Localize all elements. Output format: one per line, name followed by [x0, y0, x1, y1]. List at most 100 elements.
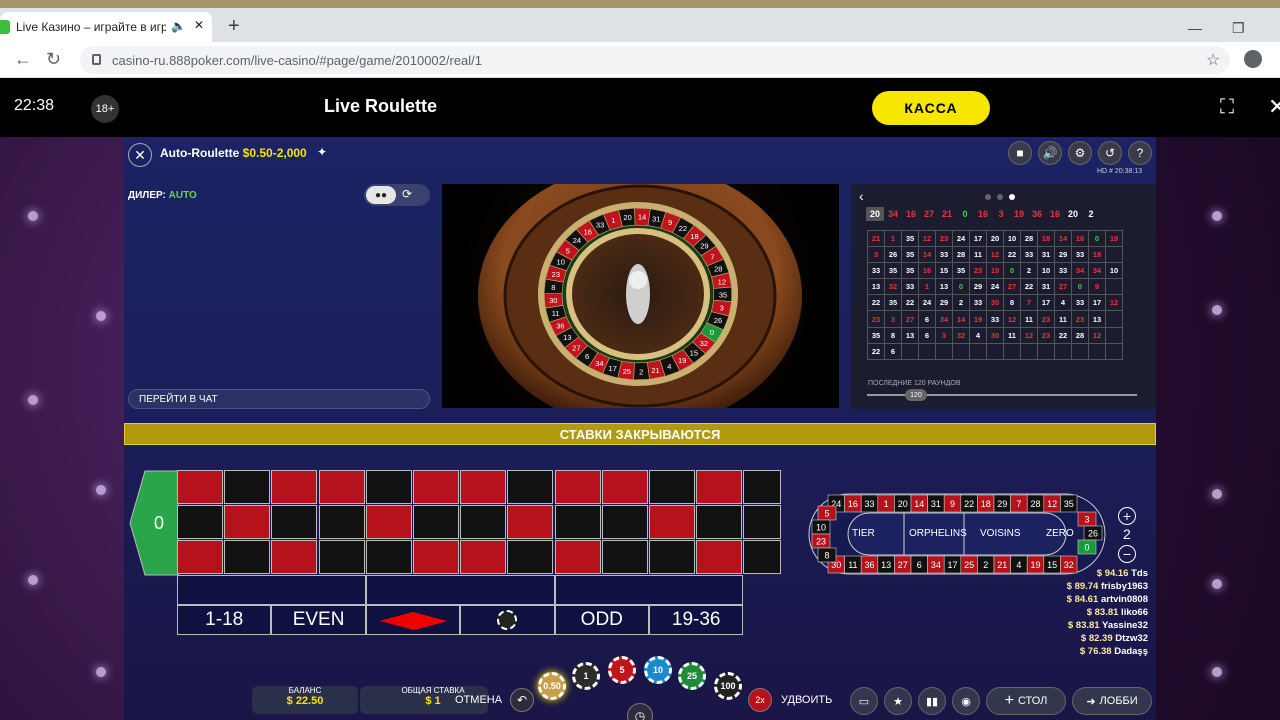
dozen-bet[interactable] — [365, 575, 555, 605]
plus-icon[interactable]: + — [1118, 507, 1136, 525]
number-cell[interactable] — [365, 540, 412, 574]
chip-10[interactable]: 10 — [644, 656, 672, 684]
number-cell[interactable] — [413, 540, 459, 574]
number-cell[interactable] — [601, 470, 648, 504]
page-dots[interactable] — [985, 194, 1015, 200]
minimize-icon[interactable]: — — [1188, 20, 1202, 36]
number-cell[interactable] — [271, 505, 318, 539]
number-cell[interactable] — [507, 540, 554, 574]
settings-gear-icon[interactable]: ⚙ — [1068, 141, 1092, 165]
number-cell[interactable] — [224, 505, 271, 539]
number-cell[interactable] — [649, 470, 695, 504]
new-tab-button[interactable]: + — [228, 16, 240, 36]
number-cell[interactable] — [554, 505, 601, 539]
special-bets-icon[interactable]: ▭ — [850, 687, 878, 715]
red-bet[interactable] — [365, 605, 461, 635]
number-cell[interactable] — [177, 505, 223, 539]
profile-icon[interactable] — [1244, 50, 1262, 68]
rounds-slider[interactable]: 120 — [867, 389, 1137, 401]
number-cell[interactable] — [460, 505, 507, 539]
column-bet[interactable] — [743, 540, 782, 574]
chip-5[interactable]: 5 — [608, 656, 636, 684]
number-cell[interactable] — [365, 470, 412, 504]
rotate-icon[interactable]: ⟳ — [402, 187, 412, 201]
minus-icon[interactable]: − — [1118, 545, 1136, 563]
number-cell[interactable] — [224, 470, 271, 504]
number-cell[interactable] — [271, 470, 318, 504]
reload-icon[interactable]: ↻ — [46, 50, 61, 68]
back-icon[interactable]: ← — [14, 50, 32, 68]
number-cell[interactable] — [318, 505, 365, 539]
fullscreen-icon[interactable]: ⛶ — [1220, 96, 1234, 119]
orphelins-label[interactable]: ORPHELINS — [909, 528, 967, 539]
outside-bet[interactable]: 19-36 — [649, 605, 744, 635]
number-cell[interactable] — [696, 540, 743, 574]
close-table-button[interactable]: ✕ — [128, 143, 152, 167]
number-cell[interactable] — [601, 505, 648, 539]
chip-100[interactable]: 100 — [714, 672, 742, 700]
zero-section-label[interactable]: ZERO — [1046, 528, 1074, 539]
number-cell[interactable] — [177, 540, 223, 574]
chat-icon[interactable]: ◉ — [952, 687, 980, 715]
number-cell[interactable] — [365, 505, 412, 539]
undo-icon[interactable]: ↶ — [510, 688, 534, 712]
slider-knob[interactable]: 120 — [905, 389, 927, 401]
view-toggle[interactable]: ●● ⟳ — [364, 184, 430, 206]
number-cell[interactable] — [507, 505, 554, 539]
number-cell[interactable] — [696, 470, 743, 504]
number-cell[interactable] — [413, 470, 459, 504]
number-cell[interactable] — [507, 470, 554, 504]
column-bet[interactable] — [743, 470, 782, 504]
number-cell[interactable] — [413, 505, 459, 539]
dozen-bet[interactable] — [177, 575, 366, 605]
chat-button[interactable]: ПЕРЕЙТИ В ЧАТ — [128, 389, 430, 409]
lobby-button[interactable]: ➜ ЛОББИ — [1072, 687, 1152, 715]
double-badge[interactable]: 2x — [748, 688, 772, 712]
dozen-bet[interactable] — [554, 575, 744, 605]
chip-1[interactable]: 1 — [572, 662, 600, 690]
number-cell[interactable] — [271, 540, 318, 574]
number-cell[interactable] — [696, 505, 743, 539]
help-icon[interactable]: ? — [1128, 141, 1152, 165]
number-cell[interactable] — [554, 470, 601, 504]
chip-25[interactable]: 25 — [678, 662, 706, 690]
bookmark-star-icon[interactable]: ☆ — [1206, 50, 1220, 70]
outside-bet[interactable]: ODD — [554, 605, 649, 635]
outside-bet[interactable]: EVEN — [271, 605, 366, 635]
add-table-button[interactable]: + СТОЛ — [986, 687, 1066, 715]
outside-bet[interactable]: 1-18 — [177, 605, 272, 635]
tier-label[interactable]: TIER — [852, 528, 875, 539]
number-cell[interactable] — [460, 470, 507, 504]
cashier-button[interactable]: КАССА — [872, 91, 990, 125]
number-cell[interactable] — [318, 470, 365, 504]
number-cell[interactable] — [649, 505, 695, 539]
column-bet[interactable] — [743, 505, 782, 539]
favorites-star-icon[interactable]: ★ — [884, 687, 912, 715]
url-field[interactable]: casino-ru.888poker.com/live-casino/#page… — [80, 46, 1230, 74]
speaker-icon[interactable]: 🔈 — [171, 19, 186, 33]
statistics-icon[interactable]: ▮▮ — [918, 687, 946, 715]
voisins-label[interactable]: VOISINS — [980, 528, 1021, 539]
chevron-left-icon[interactable]: ‹ — [859, 188, 864, 204]
number-cell[interactable] — [177, 470, 223, 504]
history-icon[interactable]: ↺ — [1098, 141, 1122, 165]
double-label[interactable]: УДВОИТЬ — [781, 694, 832, 706]
chip-0.50[interactable]: 0.50 — [538, 672, 566, 700]
camera-icon[interactable]: ■ — [1008, 141, 1032, 165]
number-cell[interactable] — [460, 540, 507, 574]
browser-tab[interactable]: Live Казино – играйте в игр 🔈 ✕ — [0, 12, 212, 42]
zero-cell[interactable]: 0 — [129, 470, 179, 576]
number-cell[interactable] — [554, 540, 601, 574]
cancel-label[interactable]: ОТМЕНА — [455, 694, 502, 706]
favorite-icon[interactable]: ✦ — [317, 145, 327, 159]
number-cell[interactable] — [224, 540, 271, 574]
number-cell[interactable] — [649, 540, 695, 574]
number-cell[interactable] — [601, 540, 648, 574]
black-bet[interactable] — [460, 605, 555, 635]
restore-icon[interactable]: ❐ — [1232, 20, 1245, 37]
volume-icon[interactable]: 🔊 — [1038, 141, 1062, 165]
close-game-icon[interactable]: ✕ — [1268, 94, 1280, 120]
number-cell[interactable] — [318, 540, 365, 574]
tab-close-icon[interactable]: ✕ — [194, 18, 204, 32]
chat-bubble-icon[interactable]: ●● — [366, 186, 396, 204]
